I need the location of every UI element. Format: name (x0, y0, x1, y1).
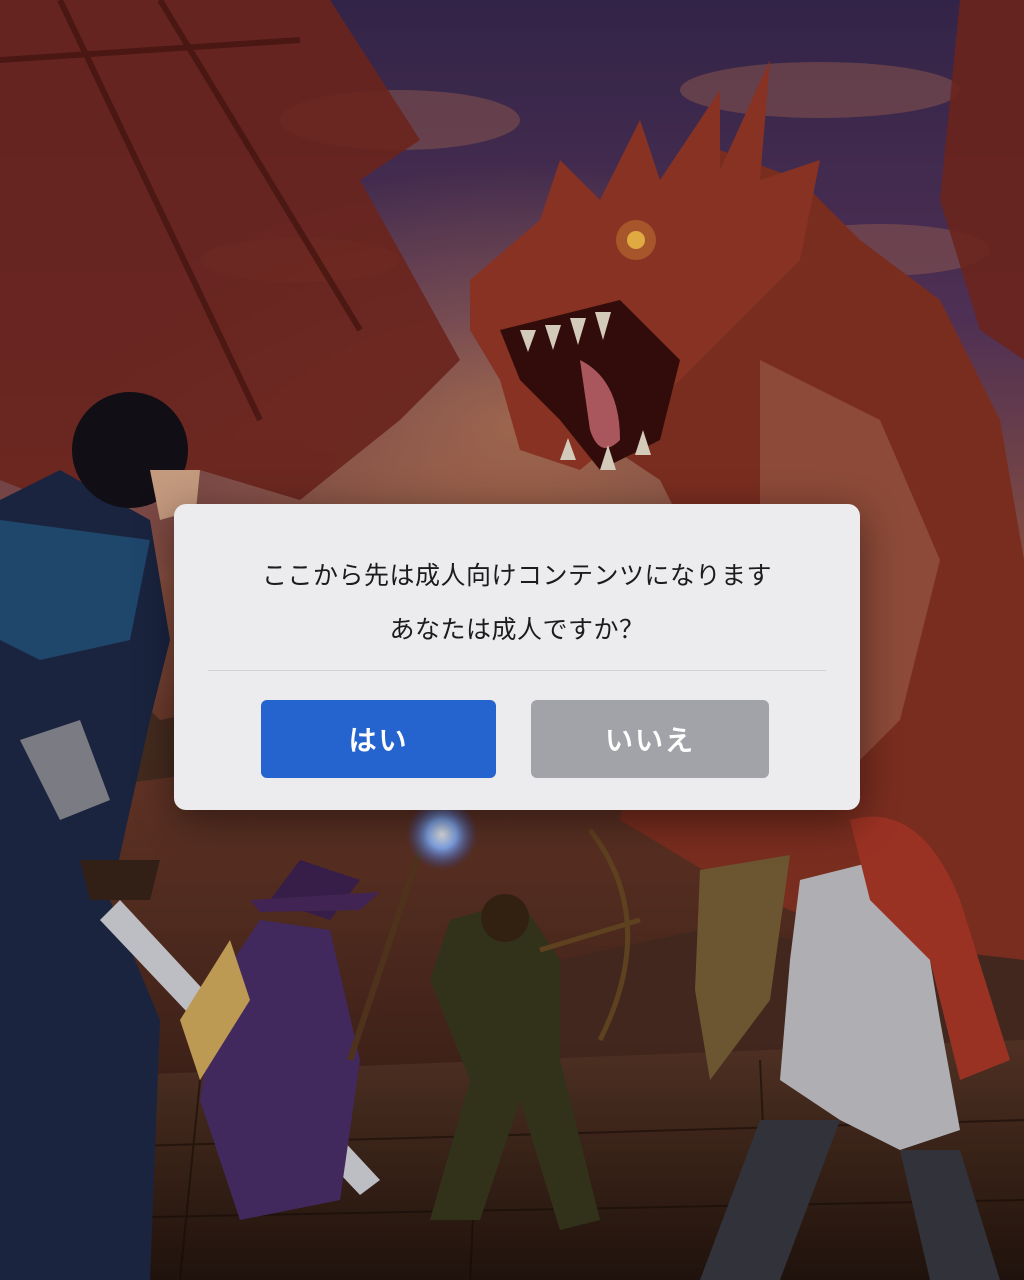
yes-button[interactable]: はい (261, 700, 496, 778)
dialog-message-line-2: あなたは成人ですか？ (389, 615, 645, 644)
age-verification-dialog: ここから先は成人向けコンテンツになります あなたは成人ですか？ はい いいえ (174, 504, 860, 810)
dialog-divider (208, 670, 826, 671)
dialog-message-line-1: ここから先は成人向けコンテンツになります (261, 561, 772, 590)
no-button[interactable]: いいえ (531, 700, 769, 778)
game-screen: ここから先は成人向けコンテンツになります あなたは成人ですか？ はい いいえ (0, 0, 1024, 1280)
